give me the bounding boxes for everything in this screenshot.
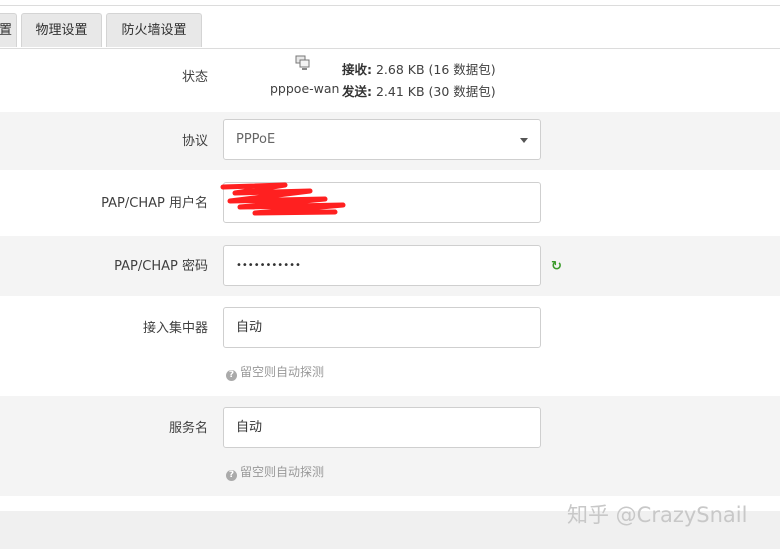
tx-value: 2.41 KB (30 数据包) bbox=[372, 84, 496, 99]
rx-stats: 接收: 2.68 KB (16 数据包) bbox=[342, 59, 496, 78]
tab-label: 置 bbox=[0, 23, 12, 38]
tab-bar: 置 物理设置 防火墙设置 bbox=[0, 13, 780, 49]
password-row: PAP/CHAP 密码 ••••••••••• bbox=[0, 236, 780, 296]
tab-general-settings[interactable]: 置 bbox=[0, 13, 17, 47]
concentrator-label: 接入集中器 bbox=[142, 321, 208, 336]
concentrator-hint-text: 留空则自动探测 bbox=[240, 365, 325, 379]
tx-stats: 发送: 2.41 KB (30 数据包) bbox=[342, 81, 496, 100]
service-field[interactable]: 自动 bbox=[223, 407, 541, 448]
service-hint-text: 留空则自动探测 bbox=[240, 465, 325, 479]
chevron-down-icon bbox=[520, 138, 528, 143]
service-label: 服务名 bbox=[168, 421, 208, 436]
concentrator-field[interactable]: 自动 bbox=[223, 307, 541, 348]
service-row: 服务名 自动 ? 留空则自动探测 bbox=[0, 396, 780, 496]
top-divider bbox=[0, 5, 780, 6]
tab-physical-settings[interactable]: 物理设置 bbox=[21, 13, 102, 47]
username-row: PAP/CHAP 用户名 bbox=[0, 170, 780, 236]
redaction-scribble bbox=[220, 182, 346, 216]
tab-label: 物理设置 bbox=[35, 23, 88, 38]
watermark-text: 知乎 @CrazySnail bbox=[567, 503, 748, 527]
rx-label: 接收: bbox=[342, 62, 372, 77]
help-icon: ? bbox=[226, 470, 237, 481]
protocol-label: 协议 bbox=[181, 134, 208, 149]
protocol-select[interactable]: PPPoE bbox=[223, 119, 541, 160]
tab-firewall-settings[interactable]: 防火墙设置 bbox=[106, 13, 202, 47]
password-field[interactable]: ••••••••••• bbox=[223, 245, 541, 286]
password-label: PAP/CHAP 密码 bbox=[114, 259, 208, 274]
tab-label: 防火墙设置 bbox=[121, 23, 187, 38]
rx-value: 2.68 KB (16 数据包) bbox=[372, 62, 496, 77]
service-hint: ? 留空则自动探测 bbox=[226, 463, 324, 481]
reveal-password-icon[interactable]: ↻ bbox=[551, 259, 562, 274]
concentrator-hint: ? 留空则自动探测 bbox=[226, 363, 324, 381]
protocol-row: 协议 PPPoE bbox=[0, 112, 780, 170]
username-label: PAP/CHAP 用户名 bbox=[101, 196, 208, 211]
protocol-selected-value: PPPoE bbox=[236, 132, 276, 147]
interface-name: pppoe-wan bbox=[270, 81, 340, 96]
help-icon: ? bbox=[226, 370, 237, 381]
status-label: 状态 bbox=[181, 70, 208, 85]
tx-label: 发送: bbox=[342, 84, 372, 99]
concentrator-row: 接入集中器 自动 ? 留空则自动探测 bbox=[0, 296, 780, 396]
network-icon bbox=[294, 55, 312, 75]
